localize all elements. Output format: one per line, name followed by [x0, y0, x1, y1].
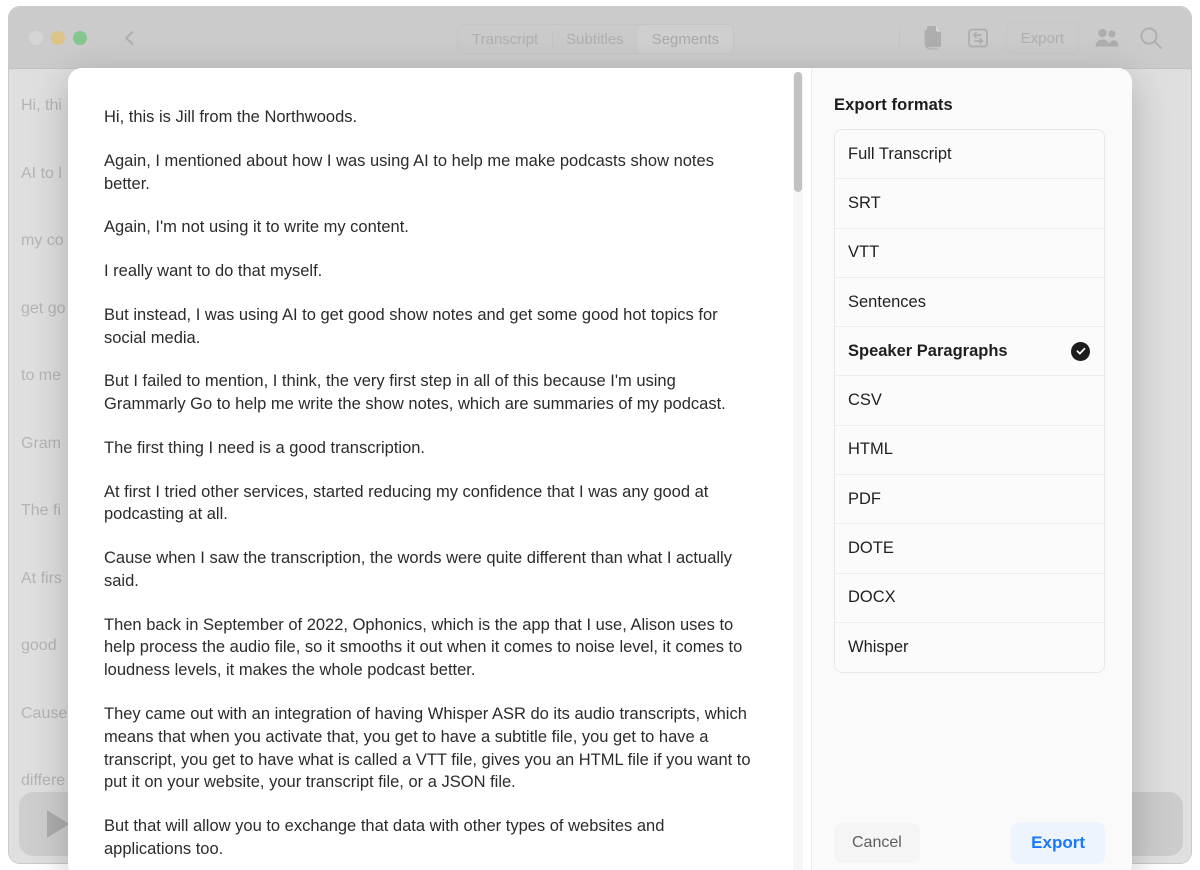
play-icon	[47, 810, 69, 838]
format-label: PDF	[848, 489, 881, 508]
cancel-button[interactable]: Cancel	[834, 823, 920, 863]
swap-arrows-icon	[967, 28, 988, 48]
modal-action-bar: Cancel Export	[834, 822, 1105, 864]
format-option-pdf[interactable]: PDF	[835, 475, 1104, 525]
format-label: Whisper	[848, 638, 909, 657]
format-option-dote[interactable]: DOTE	[835, 524, 1104, 574]
format-label: DOTE	[848, 539, 894, 558]
export-button[interactable]: Export	[1011, 822, 1105, 864]
transcript-paragraph: But I failed to mention, I think, the ve…	[104, 372, 726, 414]
toolbar-divider	[898, 29, 900, 47]
traffic-lights	[29, 30, 87, 45]
transcript-paragraph: But that will allow you to exchange that…	[104, 817, 665, 858]
search-button[interactable]	[1129, 20, 1173, 56]
window-toolbar: Transcript Subtitles Segments Export	[9, 7, 1191, 69]
swap-transcript-button[interactable]	[956, 20, 1000, 56]
transcript-paragraph: Cause when I saw the transcription, the …	[104, 549, 732, 590]
export-modal: Hi, this is Jill from the Northwoods. Ag…	[68, 68, 1132, 870]
transcript-paragraph: Again, I mentioned about how I was using…	[104, 151, 714, 193]
tab-transcript-label: Transcript	[472, 30, 539, 48]
maximize-window-button[interactable]	[73, 30, 87, 45]
back-button[interactable]	[117, 25, 143, 51]
export-formats-list: Full Transcript SRT VTT Sentences Speake…	[834, 129, 1105, 674]
export-formats-panel: Export formats Full Transcript SRT VTT S…	[812, 68, 1132, 870]
toolbar-right-group: Export	[898, 7, 1173, 69]
format-option-sentences[interactable]: Sentences	[835, 278, 1104, 328]
people-icon	[1095, 28, 1119, 47]
transcript-paragraph: Hi, this is Jill from the Northwoods.	[104, 108, 358, 126]
toolbar-export-button[interactable]: Export	[1005, 22, 1079, 54]
format-option-docx[interactable]: DOCX	[835, 574, 1104, 623]
format-label: Sentences	[848, 292, 926, 311]
format-label: VTT	[848, 243, 880, 262]
toolbar-export-label: Export	[1020, 29, 1064, 47]
format-option-vtt[interactable]: VTT	[835, 229, 1104, 278]
transcript-paragraph: I really want to do that myself.	[104, 262, 323, 281]
format-option-speaker-paragraphs[interactable]: Speaker Paragraphs	[835, 327, 1104, 377]
minimize-window-button[interactable]	[51, 30, 65, 45]
export-formats-title: Export formats	[834, 96, 953, 114]
format-option-full-transcript[interactable]: Full Transcript	[835, 130, 1104, 180]
speakers-button[interactable]	[1085, 20, 1129, 56]
transcript-paragraph: At first I tried other services, started…	[104, 482, 709, 524]
format-label: Speaker Paragraphs	[848, 341, 1008, 360]
format-label: SRT	[848, 193, 881, 212]
format-label: Full Transcript	[848, 144, 952, 163]
transcript-scrollbar-thumb[interactable]	[794, 72, 802, 192]
tab-transcript[interactable]: Transcript	[458, 25, 552, 53]
format-label: DOCX	[848, 588, 896, 607]
format-label: CSV	[848, 391, 882, 410]
format-option-srt[interactable]: SRT	[835, 179, 1104, 229]
transcript-paragraph: Again, I'm not using it to write my cont…	[104, 218, 409, 237]
copy-documents-button[interactable]	[912, 20, 956, 56]
copy-documents-icon	[924, 26, 941, 50]
transcript-scrollbar[interactable]	[793, 72, 803, 870]
tab-segments-label: Segments	[651, 30, 720, 48]
format-label: HTML	[848, 440, 893, 459]
transcript-text: Hi, this is Jill from the Northwoods. Ag…	[68, 68, 811, 861]
transcript-preview-pane: Hi, this is Jill from the Northwoods. Ag…	[68, 68, 812, 870]
search-icon	[1140, 27, 1162, 49]
format-option-csv[interactable]: CSV	[835, 376, 1104, 426]
view-mode-segmented-control[interactable]: Transcript Subtitles Segments	[457, 24, 735, 54]
transcript-paragraph: But instead, I was using AI to get good …	[104, 305, 718, 347]
format-option-html[interactable]: HTML	[835, 426, 1104, 476]
tab-segments[interactable]: Segments	[637, 25, 734, 53]
transcript-paragraph: Then back in September of 2022, Ophonics…	[104, 615, 743, 680]
transcript-paragraph: The first thing I need is a good transcr…	[104, 438, 426, 457]
close-window-button[interactable]	[29, 30, 43, 45]
transcript-paragraph: They came out with an integration of hav…	[104, 705, 751, 792]
tab-subtitles-label: Subtitles	[566, 30, 624, 48]
tab-subtitles[interactable]: Subtitles	[552, 25, 638, 53]
app-root: Transcript Subtitles Segments Export Hi,…	[0, 0, 1200, 870]
format-option-whisper[interactable]: Whisper	[835, 623, 1104, 672]
chevron-left-icon	[124, 30, 139, 45]
check-circle-icon	[1071, 341, 1090, 361]
